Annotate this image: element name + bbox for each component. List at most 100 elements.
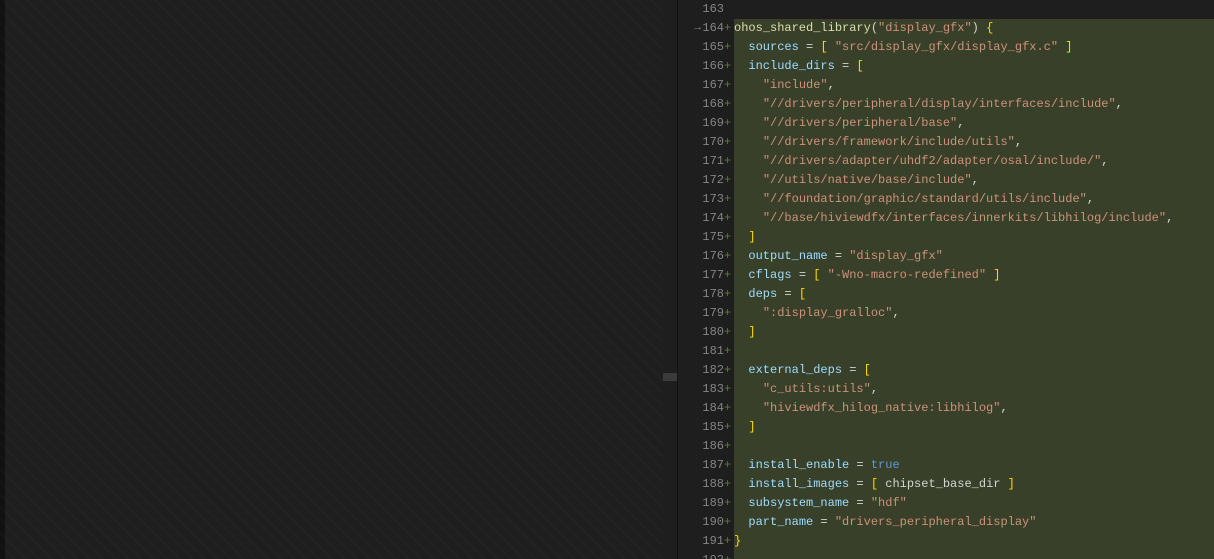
code-token: = xyxy=(792,268,814,282)
line-number: 170 xyxy=(702,133,724,152)
diff-added-bg xyxy=(734,437,1214,456)
line-content[interactable]: deps = [ xyxy=(734,285,1214,304)
code-line[interactable]: 169+ "//drivers/peripheral/base", xyxy=(678,114,1214,133)
code-line[interactable]: 175+ ] xyxy=(678,228,1214,247)
line-content[interactable]: install_images = [ chipset_base_dir ] xyxy=(734,475,1214,494)
code-line[interactable]: 182+ external_deps = [ xyxy=(678,361,1214,380)
code-line[interactable]: 188+ install_images = [ chipset_base_dir… xyxy=(678,475,1214,494)
line-content[interactable]: "hiviewdfx_hilog_native:libhilog", xyxy=(734,399,1214,418)
line-content[interactable]: include_dirs = [ xyxy=(734,57,1214,76)
line-number: 188 xyxy=(702,475,724,494)
code-line[interactable]: 185+ ] xyxy=(678,418,1214,437)
line-gutter: 167+ xyxy=(678,76,734,95)
code-token: "//drivers/framework/include/utils" xyxy=(763,135,1015,149)
diff-added-mark: + xyxy=(724,190,732,209)
line-content[interactable]: install_enable = true xyxy=(734,456,1214,475)
code-line[interactable]: 178+ deps = [ xyxy=(678,285,1214,304)
line-content[interactable]: } xyxy=(734,532,1214,551)
code-line[interactable]: 179+ ":display_gralloc", xyxy=(678,304,1214,323)
line-content[interactable]: "//base/hiviewdfx/interfaces/innerkits/l… xyxy=(734,209,1214,228)
diff-added-mark: + xyxy=(724,532,732,551)
code-line[interactable]: 163 xyxy=(678,0,1214,19)
code-line[interactable]: 176+ output_name = "display_gfx" xyxy=(678,247,1214,266)
code-token xyxy=(734,496,748,510)
line-content[interactable] xyxy=(734,551,1214,559)
code-line[interactable]: 192+ xyxy=(678,551,1214,559)
line-gutter: 179+ xyxy=(678,304,734,323)
line-content[interactable]: ":display_gralloc", xyxy=(734,304,1214,323)
line-content[interactable]: part_name = "drivers_peripheral_display" xyxy=(734,513,1214,532)
code-line[interactable]: 184+ "hiviewdfx_hilog_native:libhilog", xyxy=(678,399,1214,418)
code-line[interactable]: 189+ subsystem_name = "hdf" xyxy=(678,494,1214,513)
line-content[interactable] xyxy=(734,437,1214,456)
code-line[interactable]: 191+} xyxy=(678,532,1214,551)
code-token xyxy=(734,249,748,263)
code-token: , xyxy=(1000,401,1007,415)
line-content[interactable]: "//drivers/peripheral/base", xyxy=(734,114,1214,133)
code-token: "//drivers/adapter/uhdf2/adapter/osal/in… xyxy=(763,154,1101,168)
line-content[interactable]: external_deps = [ xyxy=(734,361,1214,380)
line-content[interactable]: sources = [ "src/display_gfx/display_gfx… xyxy=(734,38,1214,57)
line-content[interactable]: output_name = "display_gfx" xyxy=(734,247,1214,266)
line-content[interactable]: ] xyxy=(734,323,1214,342)
line-content[interactable]: ] xyxy=(734,228,1214,247)
code-line[interactable]: 181+ xyxy=(678,342,1214,361)
line-content[interactable] xyxy=(734,342,1214,361)
code-token: = xyxy=(842,363,864,377)
code-token xyxy=(734,97,763,111)
line-content[interactable]: "c_utils:utils", xyxy=(734,380,1214,399)
code-token: "src/display_gfx/display_gfx.c" xyxy=(835,40,1058,54)
code-line[interactable]: 165+ sources = [ "src/display_gfx/displa… xyxy=(678,38,1214,57)
line-content[interactable]: "//drivers/adapter/uhdf2/adapter/osal/in… xyxy=(734,152,1214,171)
line-content[interactable]: subsystem_name = "hdf" xyxy=(734,494,1214,513)
line-content[interactable]: "//drivers/framework/include/utils", xyxy=(734,133,1214,152)
code-token: ] xyxy=(993,268,1000,282)
diff-added-mark: + xyxy=(724,494,732,513)
code-token: ] xyxy=(1065,40,1072,54)
line-gutter: 190+ xyxy=(678,513,734,532)
code-line[interactable]: 187+ install_enable = true xyxy=(678,456,1214,475)
code-line[interactable]: 171+ "//drivers/adapter/uhdf2/adapter/os… xyxy=(678,152,1214,171)
right-diff-pane[interactable]: 163 →164+ohos_shared_library("display_gf… xyxy=(678,0,1214,559)
code-token: , xyxy=(1101,154,1108,168)
code-line[interactable]: 180+ ] xyxy=(678,323,1214,342)
line-content[interactable]: "//drivers/peripheral/display/interfaces… xyxy=(734,95,1214,114)
line-content[interactable]: cflags = [ "-Wno-macro-redefined" ] xyxy=(734,266,1214,285)
code-token: = xyxy=(777,287,799,301)
diff-added-bg xyxy=(734,323,1214,342)
line-number: 187 xyxy=(702,456,724,475)
code-token: , xyxy=(892,306,899,320)
code-line[interactable]: 174+ "//base/hiviewdfx/interfaces/innerk… xyxy=(678,209,1214,228)
line-gutter: 186+ xyxy=(678,437,734,456)
code-line[interactable]: 168+ "//drivers/peripheral/display/inter… xyxy=(678,95,1214,114)
code-token: = xyxy=(849,496,871,510)
code-line[interactable]: 183+ "c_utils:utils", xyxy=(678,380,1214,399)
left-diff-pane[interactable] xyxy=(0,0,677,559)
line-content[interactable]: ] xyxy=(734,418,1214,437)
diff-added-mark: + xyxy=(724,399,732,418)
line-content[interactable]: ohos_shared_library("display_gfx") { xyxy=(734,19,1214,38)
line-content[interactable]: "//utils/native/base/include", xyxy=(734,171,1214,190)
code-line[interactable]: 172+ "//utils/native/base/include", xyxy=(678,171,1214,190)
code-token: , xyxy=(871,382,878,396)
code-line[interactable]: 186+ xyxy=(678,437,1214,456)
expand-arrow-icon[interactable]: → xyxy=(694,19,701,38)
line-content[interactable]: "//foundation/graphic/standard/utils/inc… xyxy=(734,190,1214,209)
code-area[interactable]: 163 →164+ohos_shared_library("display_gf… xyxy=(678,0,1214,559)
code-line[interactable]: 170+ "//drivers/framework/include/utils"… xyxy=(678,133,1214,152)
code-line[interactable]: 173+ "//foundation/graphic/standard/util… xyxy=(678,190,1214,209)
code-line[interactable]: 177+ cflags = [ "-Wno-macro-redefined" ] xyxy=(678,266,1214,285)
line-content[interactable]: "include", xyxy=(734,76,1214,95)
code-line[interactable]: →164+ohos_shared_library("display_gfx") … xyxy=(678,19,1214,38)
diff-added-mark: + xyxy=(724,209,732,228)
minimap-handle-left[interactable] xyxy=(663,373,677,381)
line-content[interactable] xyxy=(734,0,1214,19)
code-line[interactable]: 190+ part_name = "drivers_peripheral_dis… xyxy=(678,513,1214,532)
line-number: 164 xyxy=(702,19,724,38)
code-line[interactable]: 166+ include_dirs = [ xyxy=(678,57,1214,76)
no-content-hatch xyxy=(0,0,677,559)
code-line[interactable]: 167+ "include", xyxy=(678,76,1214,95)
diff-added-mark: + xyxy=(724,57,732,76)
minimap-track-left[interactable] xyxy=(663,0,677,559)
line-number: 166 xyxy=(702,57,724,76)
